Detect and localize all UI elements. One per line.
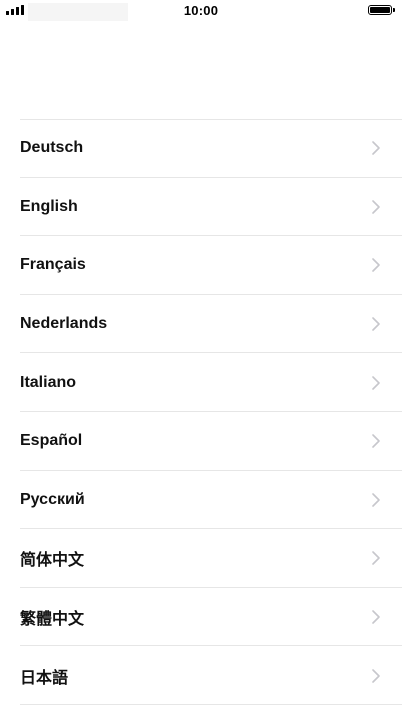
chevron-right-icon [372, 258, 380, 273]
language-label: Español [20, 432, 83, 450]
language-item-english[interactable]: English [0, 178, 402, 237]
language-label: Русский [20, 490, 85, 508]
language-item-francais[interactable]: Français [0, 236, 402, 295]
chevron-right-icon [372, 200, 380, 214]
chevron-right-icon [372, 610, 380, 624]
chevron-right-icon [372, 375, 380, 390]
language-label: Deutsch [20, 139, 84, 157]
language-label: English [20, 197, 78, 215]
language-item-nederlands[interactable]: Nederlands [0, 295, 402, 354]
chevron-right-icon [372, 493, 380, 507]
language-list: Deutsch English Français Nederlands Ital… [0, 119, 402, 705]
battery-level-fill [370, 7, 390, 13]
language-item-espanol[interactable]: Español [0, 412, 402, 471]
status-time: 10:00 [183, 3, 219, 18]
chevron-right-icon [372, 317, 380, 331]
battery-icon [368, 5, 392, 15]
language-item-simplified-chinese[interactable]: 简体中文 [0, 529, 402, 588]
battery-tip [393, 8, 395, 12]
language-label: 日本語 [20, 669, 69, 687]
language-label: Français [20, 256, 86, 274]
language-item-traditional-chinese[interactable]: 繁體中文 [0, 588, 402, 647]
language-item-japanese[interactable]: 日本語 [0, 646, 402, 705]
language-label: 繁體中文 [20, 611, 85, 629]
language-item-italiano[interactable]: Italiano [0, 353, 402, 412]
chevron-right-icon [372, 668, 380, 683]
language-label: Nederlands [20, 315, 108, 333]
language-item-deutsch[interactable]: Deutsch [0, 119, 402, 178]
language-item-russian[interactable]: Русский [0, 471, 402, 530]
chevron-right-icon [372, 434, 380, 449]
language-selection-screen: 10:00 Deutsch English Français Nederland… [0, 0, 402, 714]
language-label: 简体中文 [20, 552, 85, 570]
status-bar: 10:00 [0, 0, 402, 22]
chevron-right-icon [372, 551, 380, 566]
chevron-right-icon [372, 141, 380, 156]
language-label: Italiano [20, 373, 77, 391]
